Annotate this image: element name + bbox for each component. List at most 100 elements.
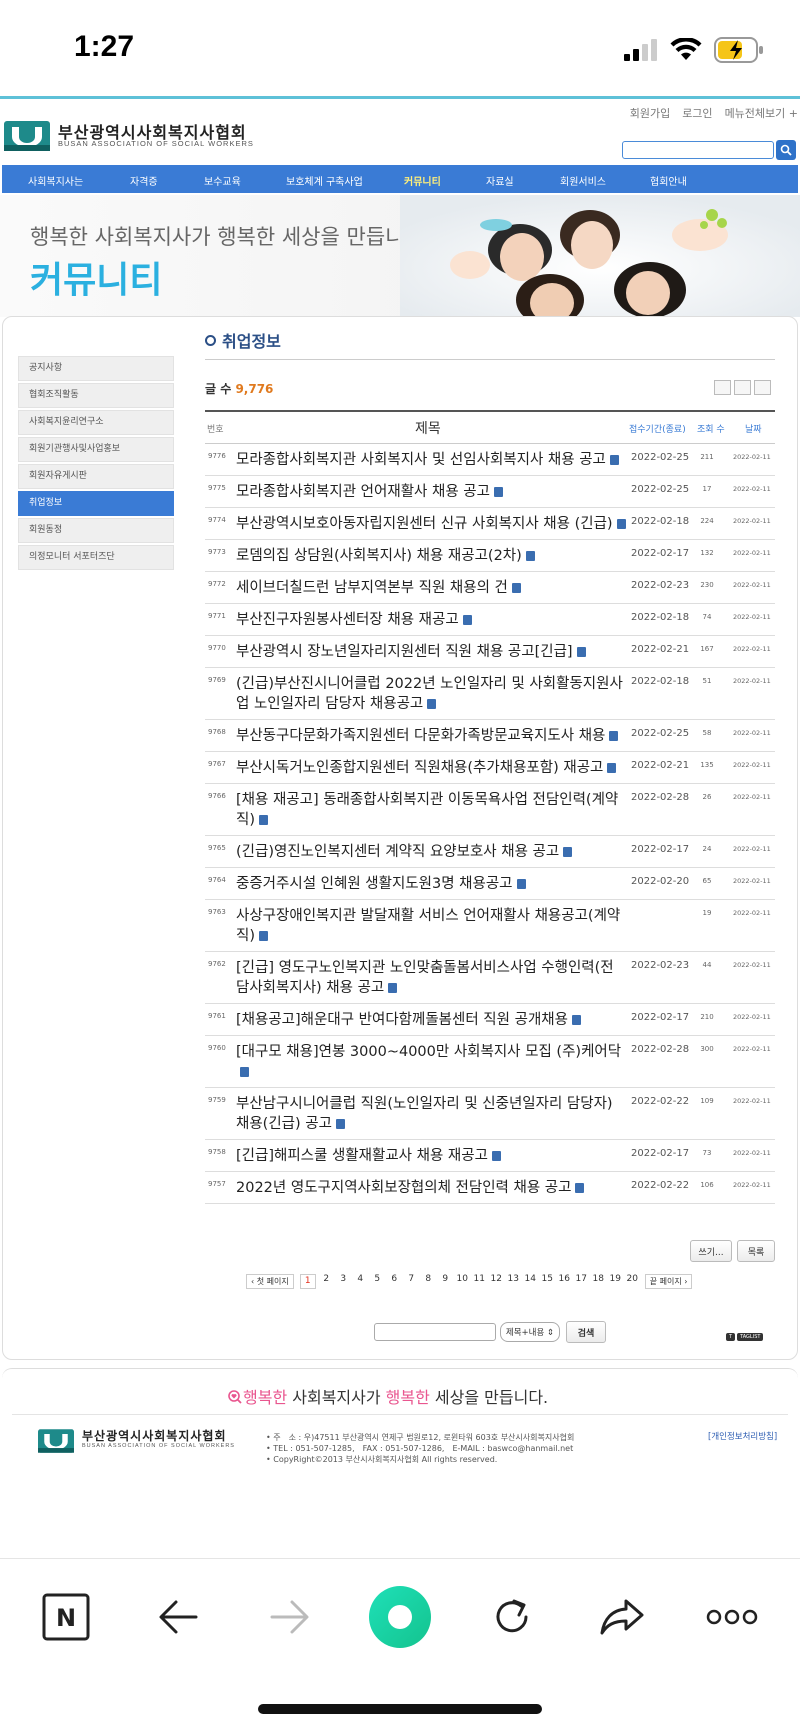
post-title[interactable]: [채용공고]해운대구 반여다함께돌봄센터 직원 공개채용 [236, 1012, 568, 1028]
table-row[interactable]: 9763 사상구장애인복지관 발달재활 서비스 언어재활사 채용공고(계약직) 19… [205, 900, 775, 952]
taglist-link[interactable]: TAGLIST [737, 1333, 764, 1341]
page-number-link[interactable]: 12 [488, 1274, 505, 1289]
last-page-link[interactable]: 끝 페이지 › [644, 1273, 693, 1289]
post-title-link[interactable]: 세이브더칠드런 남부지역본부 직원 채용의 건 [236, 572, 626, 603]
post-title-link[interactable]: 로뎀의집 상담원(사회복지사) 채용 재공고(2차) [236, 540, 626, 571]
post-title-link[interactable]: 부산광역시보호아동자립지원센터 신규 사회복지사 채용 (긴급) [236, 508, 626, 539]
page-number-link[interactable]: 9 [437, 1274, 454, 1289]
forward-button[interactable] [262, 1589, 318, 1645]
table-row[interactable]: 9762 [긴급] 영도구노인복지관 노인맞춤돌봄서비스사업 수행인력(전담사회복… [205, 952, 775, 1004]
full-menu-link[interactable]: 메뉴전체보기 + [725, 105, 798, 121]
post-title[interactable]: 부산광역시보호아동자립지원센터 신규 사회복지사 채용 (긴급) [236, 516, 613, 532]
gallery-view-icon[interactable] [754, 380, 771, 395]
sidebar-item-job-info[interactable]: 취업정보 [18, 491, 174, 516]
table-row[interactable]: 9758 [긴급]해피스쿨 생활재활교사 채용 재공고 2022-02-17 73 20… [205, 1140, 775, 1172]
page-number-link[interactable]: 4 [352, 1274, 369, 1289]
search-target-select[interactable]: 제목+내용 ⇕ [500, 1322, 560, 1342]
page-number-link[interactable]: 2 [318, 1274, 335, 1289]
sidebar-item-org-activity[interactable]: 협회조직활동 [18, 383, 174, 408]
signup-link[interactable]: 회원가입 [630, 105, 670, 121]
post-title[interactable]: 부산광역시 장노년일자리지원센터 직원 채용 공고[긴급] [236, 644, 573, 660]
table-row[interactable]: 9773 로뎀의집 상담원(사회복지사) 채용 재공고(2차) 2022-02-17… [205, 540, 775, 572]
list-button[interactable]: 목록 [737, 1240, 775, 1262]
green-dot-button[interactable] [366, 1583, 434, 1651]
nav-item-member-service[interactable]: 회원서비스 [560, 173, 606, 188]
post-title-link[interactable]: 부산광역시 장노년일자리지원센터 직원 채용 공고[긴급] [236, 636, 626, 667]
webzine-view-icon[interactable] [734, 380, 751, 395]
list-view-icon[interactable] [714, 380, 731, 395]
post-title[interactable]: 부산남구시니어클럽 직원(노인일자리 및 신중년일자리 담당자) 채용(긴급) … [236, 1096, 613, 1132]
post-title[interactable]: [대구모 채용]연봉 3000~4000만 사회복지사 모집 (주)케어닥 [236, 1044, 621, 1060]
post-title[interactable]: 중증거주시설 인혜원 생활지도원3명 채용공고 [236, 876, 513, 892]
post-title[interactable]: [긴급] 영도구노인복지관 노인맞춤돌봄서비스사업 수행인력(전담사회복지사) … [236, 960, 614, 996]
privacy-policy-link[interactable]: [개인정보처리방침] [708, 1430, 777, 1442]
page-number-link[interactable]: 1 [299, 1273, 316, 1289]
board-search-button[interactable]: 검색 [566, 1321, 606, 1343]
post-title[interactable]: 로뎀의집 상담원(사회복지사) 채용 재공고(2차) [236, 548, 522, 564]
column-header-deadline[interactable]: 접수기간(종료) [629, 422, 686, 435]
post-title[interactable]: [채용 재공고] 동래종합사회복지관 이동목욕사업 전담인력(계약직) [236, 792, 618, 828]
nav-item-social-worker[interactable]: 사회복지사는 [28, 173, 83, 188]
nav-item-license[interactable]: 자격증 [130, 173, 158, 188]
post-title[interactable]: (긴급)영진노인복지센터 계약직 요양보호사 채용 공고 [236, 844, 559, 860]
nav-item-protection-system[interactable]: 보호체계 구축사업 [286, 173, 363, 188]
page-number-link[interactable]: 13 [505, 1274, 522, 1289]
page-number-link[interactable]: 7 [403, 1274, 420, 1289]
login-link[interactable]: 로그인 [682, 105, 712, 121]
reload-button[interactable] [484, 1589, 540, 1645]
table-row[interactable]: 9776 모라종합사회복지관 사회복지사 및 선임사회복지사 채용 공고 2022-… [205, 444, 775, 476]
page-number-link[interactable]: 20 [624, 1274, 641, 1289]
page-number-link[interactable]: 18 [590, 1274, 607, 1289]
post-title-link[interactable]: 모라종합사회복지관 사회복지사 및 선임사회복지사 채용 공고 [236, 444, 626, 475]
table-row[interactable]: 9761 [채용공고]해운대구 반여다함께돌봄센터 직원 공개채용 2022-02-… [205, 1004, 775, 1036]
column-header-views[interactable]: 조회 수 [697, 422, 725, 435]
post-title-link[interactable]: 부산남구시니어클럽 직원(노인일자리 및 신중년일자리 담당자) 채용(긴급) … [236, 1088, 626, 1139]
sidebar-item-monitor-supporters[interactable]: 의정모니터 서포터즈단 [18, 545, 174, 570]
post-title[interactable]: 부산시독거노인종합지원센터 직원채용(추가채용포함) 재공고 [236, 760, 603, 776]
sidebar-item-free-board[interactable]: 회원자유게시판 [18, 464, 174, 489]
column-header-title[interactable]: 제목 [415, 418, 441, 438]
post-title[interactable]: 모라종합사회복지관 언어재활사 채용 공고 [236, 484, 490, 500]
post-title-link[interactable]: 부산진구자원봉사센터장 채용 재공고 [236, 604, 626, 635]
post-title[interactable]: [긴급]해피스쿨 생활재활교사 채용 재공고 [236, 1148, 488, 1164]
post-title-link[interactable]: 사상구장애인복지관 발달재활 서비스 언어재활사 채용공고(계약직) [236, 900, 626, 951]
share-button[interactable] [594, 1589, 650, 1645]
post-title-link[interactable]: 중증거주시설 인혜원 생활지도원3명 채용공고 [236, 868, 626, 899]
post-title-link[interactable]: 모라종합사회복지관 언어재활사 채용 공고 [236, 476, 626, 507]
sidebar-item-member-news[interactable]: 회원동정 [18, 518, 174, 543]
table-row[interactable]: 9768 부산동구다문화가족지원센터 다문화가족방문교육지도사 채용 2022-02… [205, 720, 775, 752]
post-title[interactable]: 사상구장애인복지관 발달재활 서비스 언어재활사 채용공고(계약직) [236, 908, 620, 944]
table-row[interactable]: 9770 부산광역시 장노년일자리지원센터 직원 채용 공고[긴급] 2022-02… [205, 636, 775, 668]
site-search-input[interactable] [622, 141, 774, 159]
table-row[interactable]: 9766 [채용 재공고] 동래종합사회복지관 이동목욕사업 전담인력(계약직) 2… [205, 784, 775, 836]
page-number-link[interactable]: 19 [607, 1274, 624, 1289]
post-title-link[interactable]: 부산동구다문화가족지원센터 다문화가족방문교육지도사 채용 [236, 720, 626, 751]
page-number-link[interactable]: 17 [573, 1274, 590, 1289]
sidebar-item-member-events[interactable]: 회원기관행사및사업홍보 [18, 437, 174, 462]
table-row[interactable]: 9774 부산광역시보호아동자립지원센터 신규 사회복지사 채용 (긴급) 2022… [205, 508, 775, 540]
page-number-link[interactable]: 6 [386, 1274, 403, 1289]
post-title-link[interactable]: 2022년 영도구지역사회보장협의체 전담인력 채용 공고 [236, 1172, 626, 1203]
write-button[interactable]: 쓰기... [690, 1240, 732, 1262]
page-number-link[interactable]: 16 [556, 1274, 573, 1289]
post-title[interactable]: 부산동구다문화가족지원센터 다문화가족방문교육지도사 채용 [236, 728, 605, 744]
post-title-link[interactable]: [대구모 채용]연봉 3000~4000만 사회복지사 모집 (주)케어닥 [236, 1036, 626, 1087]
page-number-link[interactable]: 10 [454, 1274, 471, 1289]
post-title-link[interactable]: [채용공고]해운대구 반여다함께돌봄센터 직원 공개채용 [236, 1004, 626, 1035]
table-row[interactable]: 9767 부산시독거노인종합지원센터 직원채용(추가채용포함) 재공고 2022-0… [205, 752, 775, 784]
page-number-link[interactable]: 15 [539, 1274, 556, 1289]
nav-item-archive[interactable]: 자료실 [486, 173, 514, 188]
board-search-input[interactable] [374, 1323, 496, 1341]
table-row[interactable]: 9775 모라종합사회복지관 언어재활사 채용 공고 2022-02-25 17 202… [205, 476, 775, 508]
post-title-link[interactable]: [긴급]해피스쿨 생활재활교사 채용 재공고 [236, 1140, 626, 1171]
page-number-link[interactable]: 11 [471, 1274, 488, 1289]
column-header-date[interactable]: 날짜 [745, 422, 762, 435]
table-row[interactable]: 9757 2022년 영도구지역사회보장협의체 전담인력 채용 공고 2022-02… [205, 1172, 775, 1204]
post-title-link[interactable]: [긴급] 영도구노인복지관 노인맞춤돌봄서비스사업 수행인력(전담사회복지사) … [236, 952, 626, 1003]
table-row[interactable]: 9772 세이브더칠드런 남부지역본부 직원 채용의 건 2022-02-23 230… [205, 572, 775, 604]
table-row[interactable]: 9759 부산남구시니어클럽 직원(노인일자리 및 신중년일자리 담당자) 채용(… [205, 1088, 775, 1140]
back-button[interactable] [150, 1589, 206, 1645]
sidebar-item-notice[interactable]: 공지사항 [18, 356, 174, 381]
table-row[interactable]: 9765 (긴급)영진노인복지센터 계약직 요양보호사 채용 공고 2022-02-… [205, 836, 775, 868]
post-title[interactable]: 2022년 영도구지역사회보장협의체 전담인력 채용 공고 [236, 1180, 571, 1196]
